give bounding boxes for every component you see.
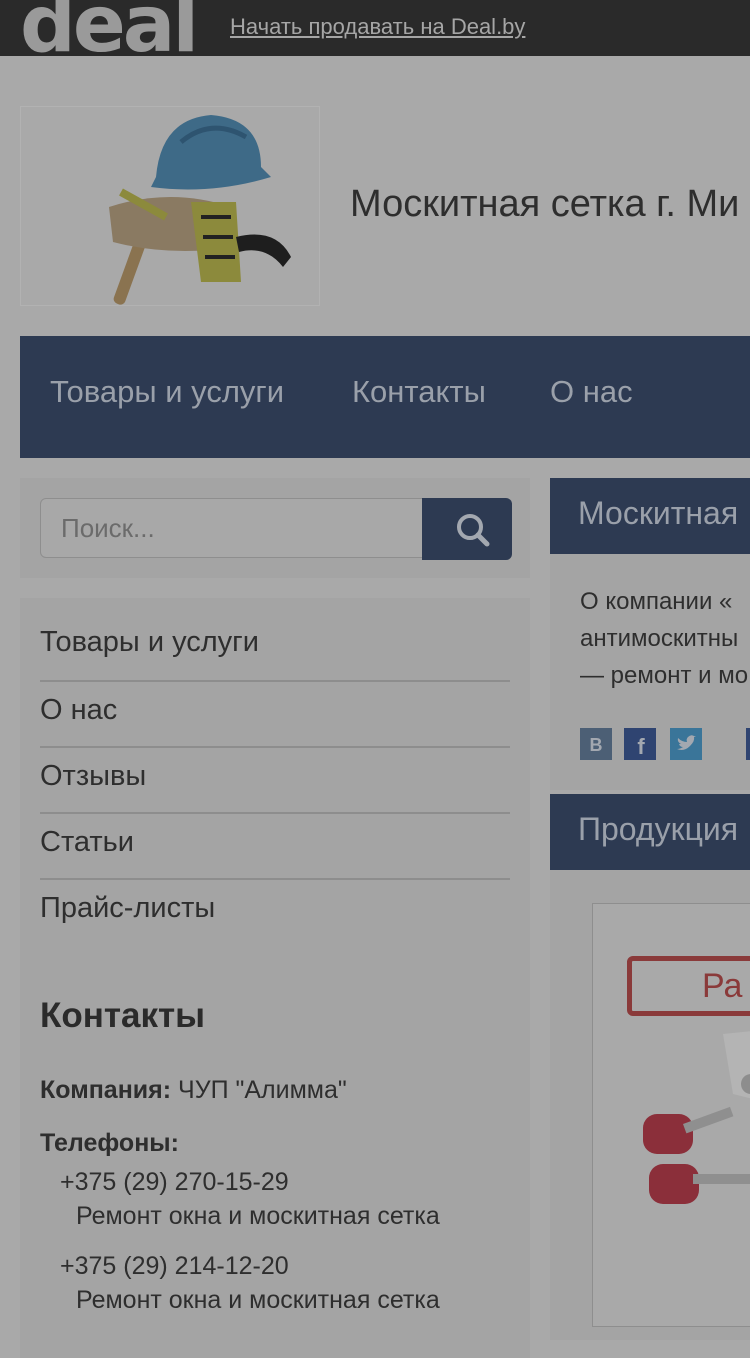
- search-icon: [457, 514, 490, 547]
- about-card: О компании « антимоскитны — ремонт и мо …: [550, 554, 750, 790]
- products-header: Продукция: [550, 794, 750, 870]
- sidebar-item-products[interactable]: Товары и услуги: [40, 626, 510, 659]
- sidebar-item-price-lists[interactable]: Прайс-листы: [40, 892, 510, 925]
- divider: [40, 878, 510, 880]
- share-icon[interactable]: [746, 728, 750, 760]
- company-logo[interactable]: [20, 106, 320, 306]
- sidebar: Товары и услуги О нас Отзывы Статьи Прай…: [20, 598, 530, 1358]
- site-title: Москитная сетка г. Ми: [350, 183, 740, 225]
- product-banner-text: Ра: [702, 967, 743, 1005]
- facebook-icon[interactable]: f: [624, 728, 656, 760]
- phone-note: Ремонт окна и москитная сетка: [76, 1202, 440, 1230]
- svg-text:B: B: [590, 735, 603, 755]
- nav-item-about[interactable]: О нас: [550, 374, 633, 410]
- sidebar-item-reviews[interactable]: Отзывы: [40, 760, 510, 793]
- phone-number[interactable]: +375 (29) 214-12-20: [60, 1252, 289, 1281]
- search-card: [20, 478, 530, 578]
- top-bar: deal Начать продавать на Deal.by: [0, 0, 750, 64]
- divider: [40, 746, 510, 748]
- contacts-heading: Контакты: [40, 996, 206, 1035]
- vk-icon[interactable]: B: [580, 728, 612, 760]
- divider: [40, 680, 510, 682]
- about-text-line: антимоскитны: [580, 625, 739, 652]
- phones-label: Телефоны:: [40, 1129, 179, 1157]
- divider: [40, 812, 510, 814]
- sidebar-item-articles[interactable]: Статьи: [40, 826, 510, 859]
- phone-number[interactable]: +375 (29) 270-15-29: [60, 1168, 289, 1197]
- nav-item-contacts[interactable]: Контакты: [352, 374, 486, 410]
- about-text-line: О компании «: [580, 588, 733, 615]
- products-card: Ра: [550, 870, 750, 1340]
- company-value: ЧУП "Алимма": [178, 1076, 347, 1104]
- about-text-line: — ремонт и мо: [580, 662, 749, 689]
- search-button[interactable]: [422, 498, 512, 560]
- start-selling-link[interactable]: Начать продавать на Deal.by: [230, 14, 525, 40]
- about-heading: Москитная: [578, 495, 739, 531]
- tools-illustration-icon: [109, 115, 291, 305]
- sidebar-item-about[interactable]: О нас: [40, 694, 510, 727]
- main-navigation: Товары и услуги Контакты О нас: [20, 336, 750, 458]
- company-label: Компания:: [40, 1076, 172, 1104]
- deal-logo[interactable]: deal: [20, 0, 199, 64]
- search-input[interactable]: [40, 498, 426, 558]
- company-row: Компания: ЧУП "Алимма": [40, 1076, 347, 1105]
- svg-text:f: f: [637, 734, 645, 759]
- product-tile[interactable]: Ра: [592, 903, 750, 1327]
- nav-item-products[interactable]: Товары и услуги: [50, 374, 284, 410]
- product-banner: Ра: [627, 956, 750, 1016]
- about-header: Москитная: [550, 478, 750, 554]
- keys-image: [643, 1031, 750, 1204]
- phone-note: Ремонт окна и москитная сетка: [76, 1286, 440, 1314]
- products-heading: Продукция: [578, 811, 739, 847]
- twitter-icon[interactable]: [670, 728, 702, 760]
